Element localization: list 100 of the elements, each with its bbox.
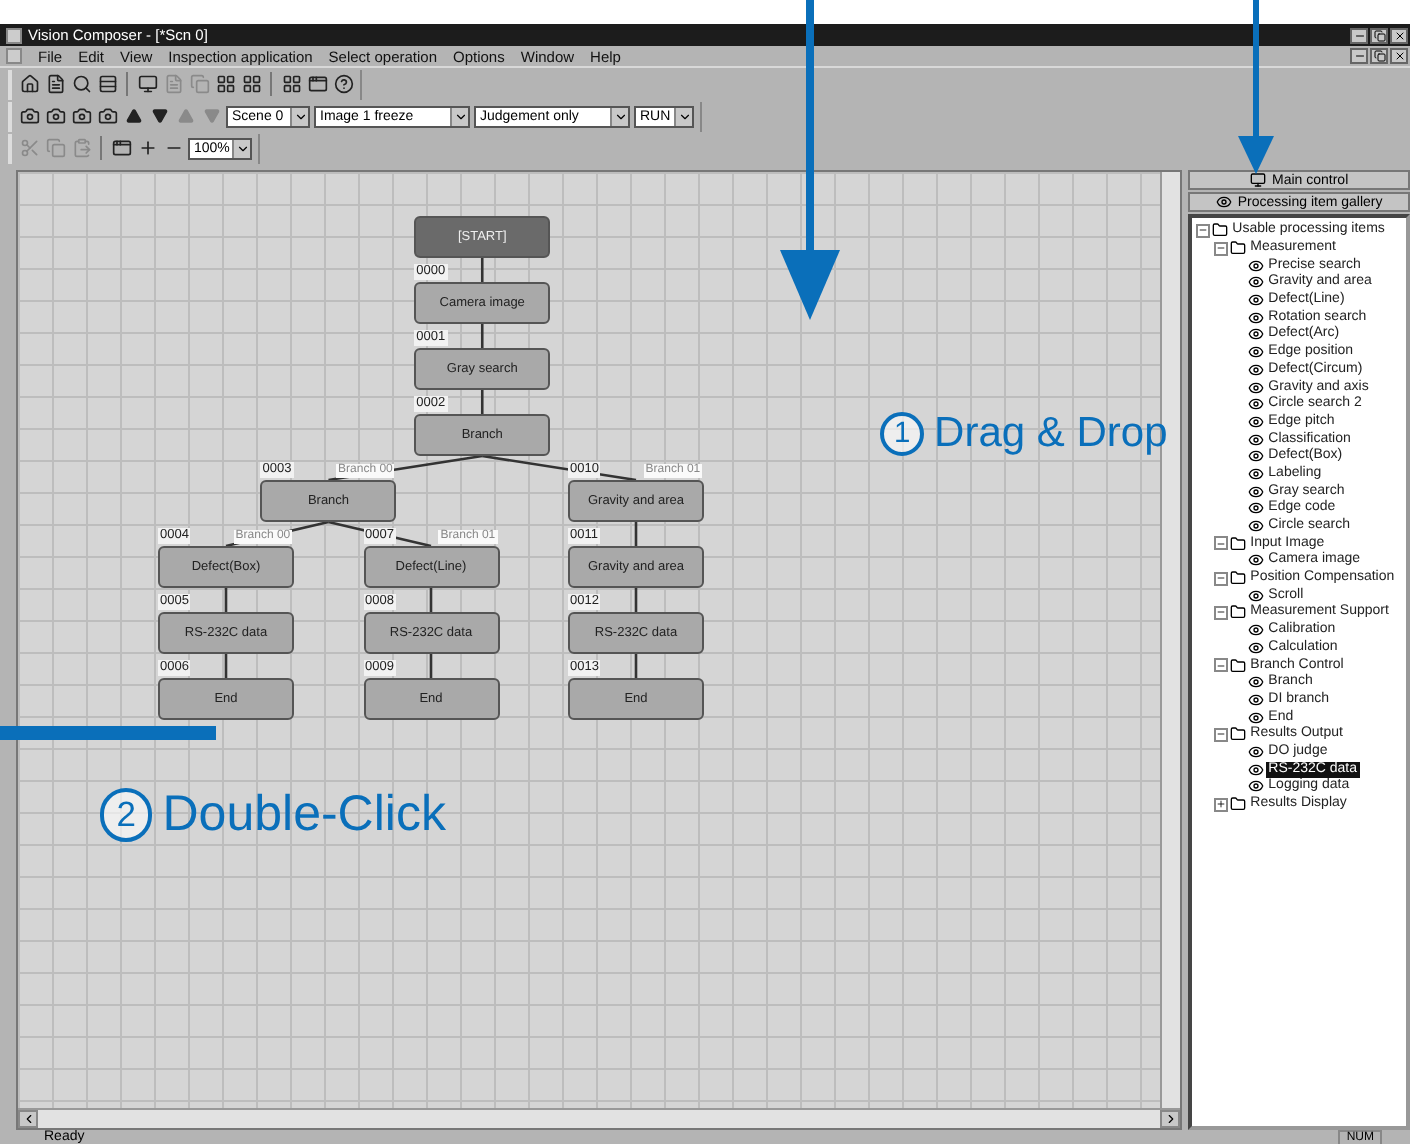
eye-icon — [1248, 448, 1265, 465]
toolbar-button[interactable] — [136, 73, 158, 95]
connector-line — [328, 520, 432, 548]
eye-icon — [1248, 413, 1265, 430]
toolbar-button[interactable] — [240, 73, 262, 95]
connector-line — [480, 258, 484, 282]
connector-line — [634, 522, 638, 546]
scroll-right-button[interactable] — [1160, 1110, 1181, 1128]
expand-toggle[interactable] — [1214, 241, 1229, 256]
clipboard-icon — [71, 138, 91, 158]
toolbar-button[interactable] — [96, 73, 118, 95]
eye-icon — [1248, 396, 1265, 413]
minus-icon — [1216, 728, 1227, 741]
toolbar-button[interactable] — [18, 73, 40, 95]
monitor-icon — [137, 74, 157, 94]
folder-icon — [1230, 535, 1247, 552]
camera-icon — [45, 106, 65, 126]
scroll-left-button[interactable] — [18, 1110, 38, 1128]
copy-icon — [189, 74, 209, 94]
copy-icon — [45, 138, 65, 158]
expand-toggle[interactable] — [1214, 605, 1229, 620]
toolbar-button[interactable] — [148, 105, 170, 127]
triangle-down-icon — [203, 108, 219, 124]
eye-icon — [1215, 194, 1232, 210]
eye-icon — [1248, 691, 1265, 708]
toolbar-button[interactable] — [280, 73, 302, 95]
expand-toggle[interactable] — [1214, 571, 1229, 586]
connector-line — [429, 588, 433, 612]
camera-icon — [97, 106, 117, 126]
eye-icon — [1248, 309, 1265, 326]
grid-icon — [241, 74, 261, 94]
annotation-text: Drag & Drop — [934, 410, 1168, 458]
step-number-badge: 2 — [100, 788, 153, 842]
expand-toggle[interactable] — [1214, 658, 1229, 673]
eye-icon — [1248, 518, 1265, 535]
connector-line — [480, 390, 484, 414]
expand-toggle[interactable] — [1214, 797, 1229, 812]
help-icon — [333, 74, 353, 94]
eye-icon — [1248, 674, 1265, 691]
window-icon — [111, 138, 131, 158]
toolbar-button[interactable] — [122, 105, 144, 127]
house-icon — [19, 74, 39, 94]
folder-icon — [1230, 570, 1247, 587]
close-icon — [1393, 29, 1405, 41]
scissors-icon — [19, 138, 39, 158]
camera-icon — [19, 106, 39, 126]
connector-line — [634, 654, 638, 678]
eye-icon — [1248, 292, 1265, 309]
search-icon — [71, 74, 91, 94]
folder-icon — [1230, 240, 1247, 257]
eye-icon — [1248, 431, 1265, 448]
minimize-button[interactable] — [1350, 27, 1368, 43]
connector-line — [224, 654, 228, 678]
horizontal-scrollbar[interactable] — [18, 1108, 1181, 1128]
eye-icon — [1248, 709, 1265, 726]
eye-icon — [1248, 639, 1265, 656]
toolbar-button[interactable] — [70, 105, 92, 127]
annotation-text: Double-Click — [162, 786, 446, 844]
folder-icon — [1230, 726, 1247, 743]
caret-icon — [235, 141, 249, 155]
close-button[interactable] — [1390, 27, 1408, 43]
triangle-down-icon — [151, 108, 167, 124]
eye-icon — [1248, 743, 1265, 760]
restore-button[interactable] — [1370, 27, 1388, 43]
toolbar-button[interactable] — [214, 73, 236, 95]
monitor-icon — [1250, 172, 1266, 188]
toolbar-button[interactable] — [110, 137, 132, 159]
restore-icon — [1373, 50, 1385, 62]
toolbar-button[interactable] — [96, 105, 118, 127]
connector-line — [480, 324, 484, 348]
caret-icon — [677, 109, 691, 123]
eye-icon — [1248, 778, 1265, 795]
eye-icon — [1248, 274, 1265, 291]
eye-icon — [1248, 465, 1265, 482]
plus-icon — [1216, 798, 1227, 811]
close-icon — [1393, 50, 1405, 62]
toolbar-button[interactable] — [136, 137, 158, 159]
toolbar-button[interactable] — [70, 73, 92, 95]
expand-toggle[interactable] — [1214, 727, 1229, 742]
chevron-left-icon — [21, 1112, 35, 1126]
toolbar-button[interactable] — [332, 73, 354, 95]
toolbar-button[interactable] — [306, 73, 328, 95]
restore-button[interactable] — [1370, 48, 1388, 64]
folder-icon — [1230, 657, 1247, 674]
expand-toggle[interactable] — [1196, 223, 1211, 238]
folder-icon — [1230, 796, 1247, 813]
caret-icon — [453, 109, 467, 123]
eye-icon — [1248, 257, 1265, 274]
eye-icon — [1248, 500, 1265, 517]
plus-icon — [137, 138, 157, 158]
toolbar-button[interactable] — [18, 105, 40, 127]
expand-toggle[interactable] — [1214, 536, 1229, 551]
minus-icon — [1216, 659, 1227, 672]
eye-icon — [1248, 483, 1265, 500]
toolbar-button[interactable] — [44, 105, 66, 127]
caret-icon — [293, 109, 307, 123]
close-button[interactable] — [1390, 48, 1408, 64]
toolbar-button[interactable] — [44, 73, 66, 95]
eye-icon — [1248, 587, 1265, 604]
chevron-right-icon — [1163, 1112, 1178, 1126]
